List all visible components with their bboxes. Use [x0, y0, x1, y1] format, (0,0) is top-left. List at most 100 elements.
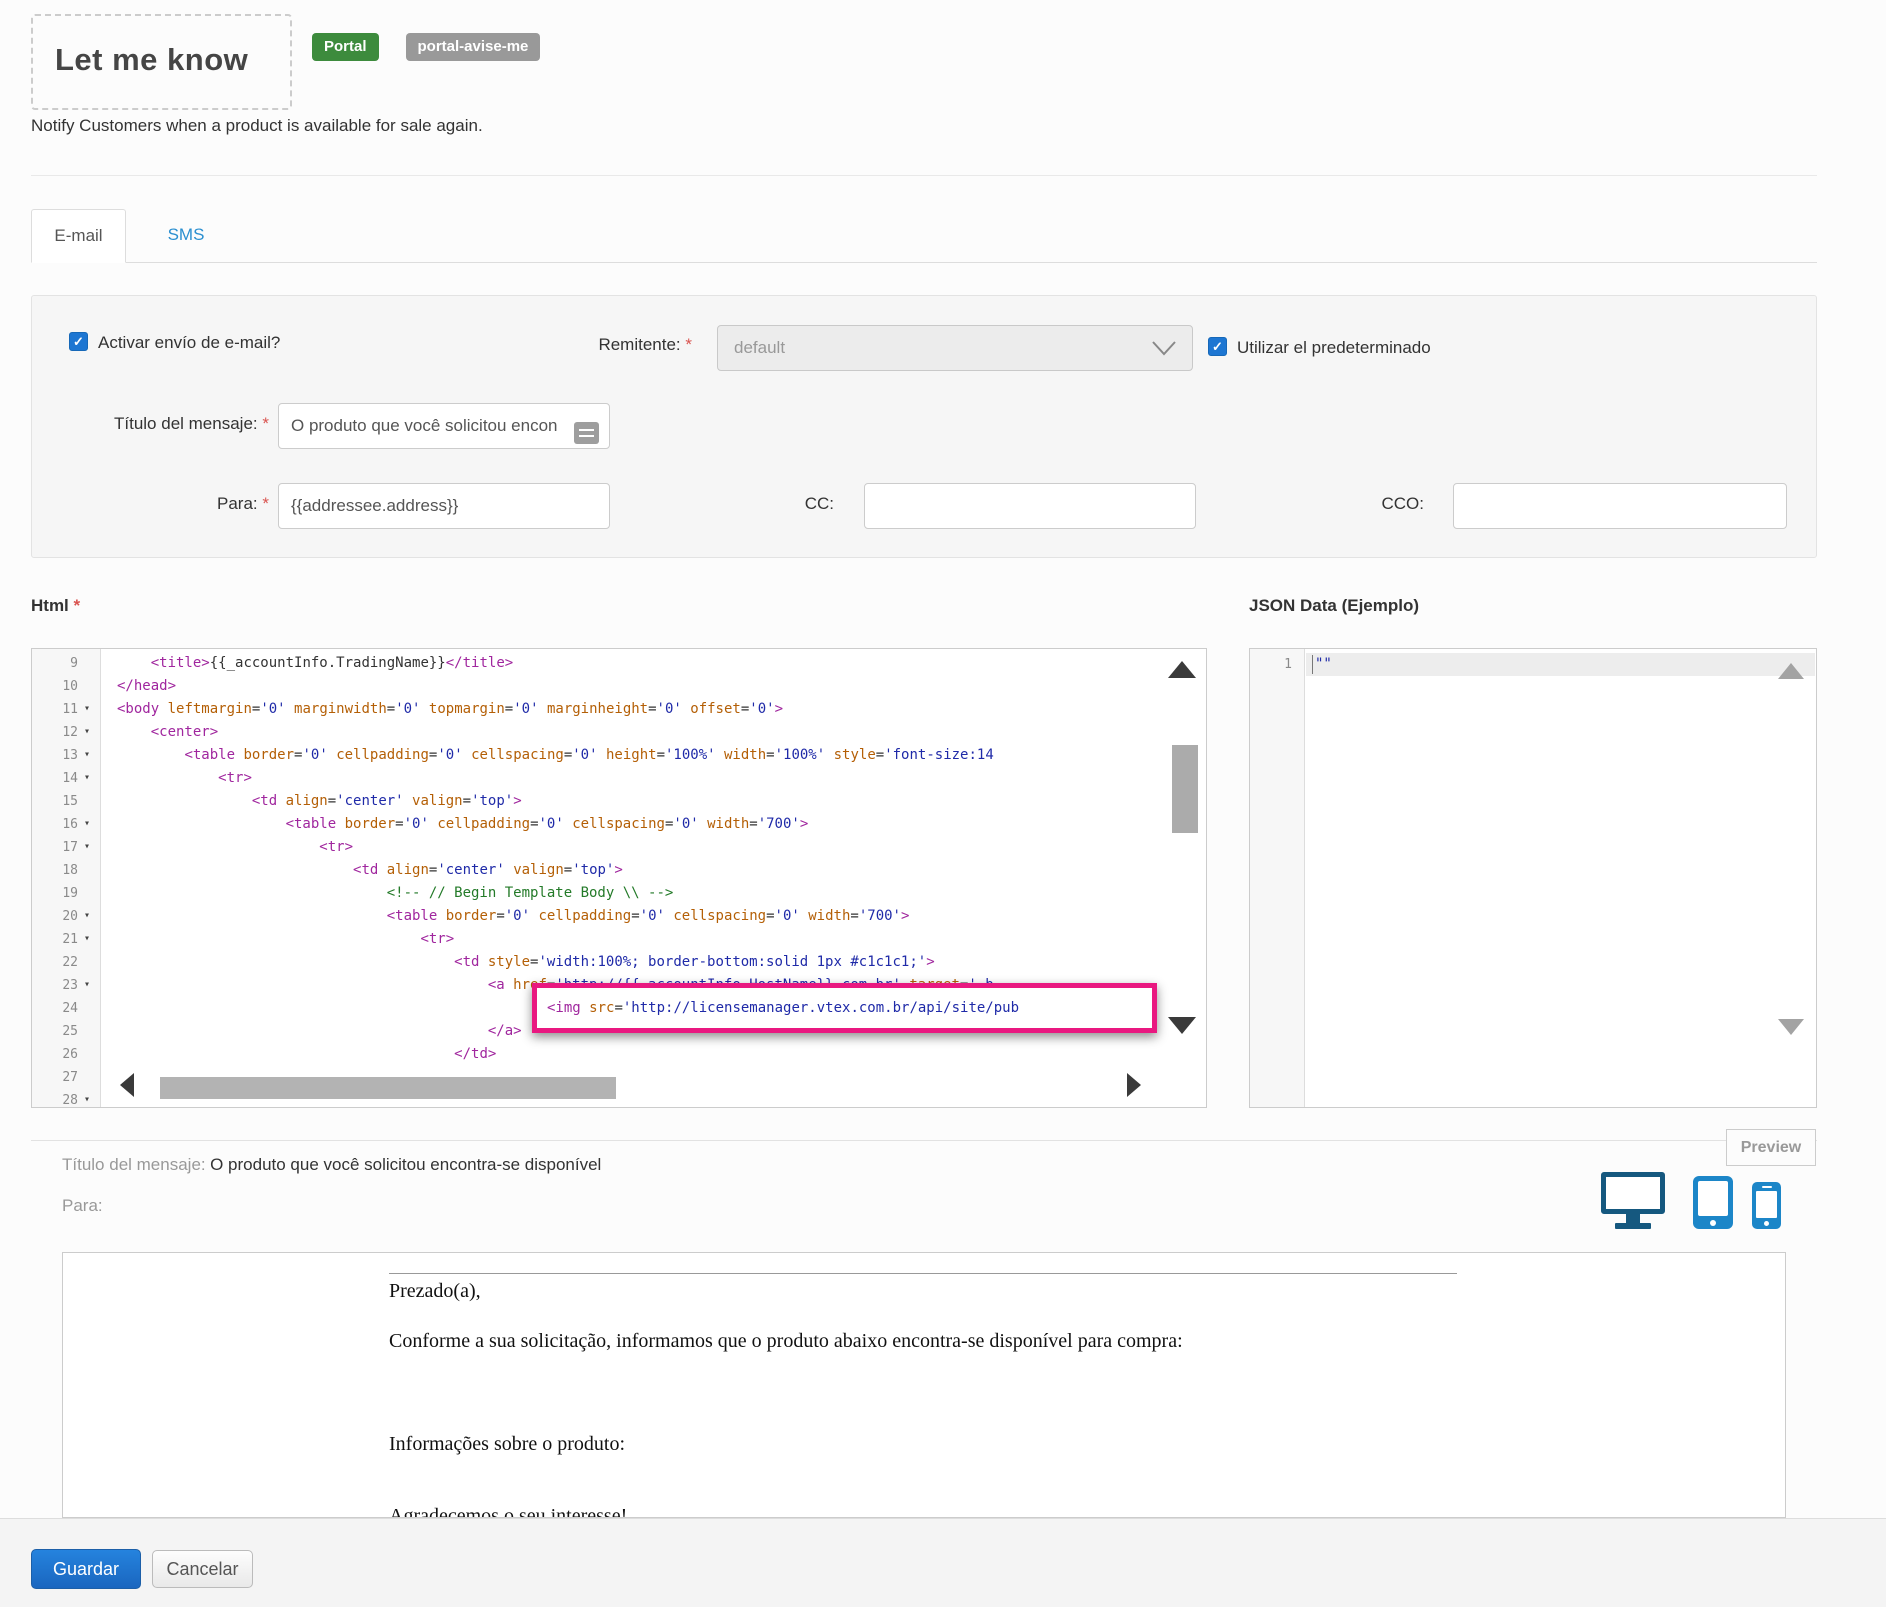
- cancel-button[interactable]: Cancelar: [152, 1550, 253, 1588]
- scroll-left-icon[interactable]: [120, 1073, 134, 1097]
- footer-bar: Guardar Cancelar: [0, 1518, 1886, 1607]
- activate-email-checkbox[interactable]: ✓: [69, 332, 88, 351]
- fold-arrow-icon[interactable]: ▾: [84, 979, 90, 990]
- highlight-line-text: <img src='http://licensemanager.vtex.com…: [547, 1000, 1019, 1016]
- check-icon: ✓: [1212, 339, 1223, 354]
- fold-arrow-icon[interactable]: ▾: [84, 933, 90, 944]
- code-line[interactable]: 18 <td align='center' valign='top'>: [32, 860, 1206, 883]
- code-line[interactable]: 20▾ <table border='0' cellpadding='0' ce…: [32, 906, 1206, 929]
- fold-arrow-icon[interactable]: ▾: [84, 726, 90, 737]
- cco-label: CCO:: [1322, 494, 1424, 514]
- scroll-down-icon[interactable]: [1168, 1017, 1196, 1034]
- email-settings-panel: ✓ Activar envío de e-mail? Remitente: * …: [31, 295, 1817, 558]
- line-number: 10: [32, 679, 78, 694]
- line-number: 28: [32, 1093, 78, 1108]
- code-line[interactable]: 19 <!-- // Begin Template Body \\ -->: [32, 883, 1206, 906]
- line-number: 11: [32, 702, 78, 717]
- required-marker: *: [685, 335, 692, 354]
- code-line[interactable]: 9 <title>{{_accountInfo.TradingName}}</t…: [32, 653, 1206, 676]
- phone-icon[interactable]: [1752, 1182, 1781, 1229]
- template-title-box[interactable]: Let me know: [31, 14, 292, 110]
- activate-email-label: Activar envío de e-mail?: [98, 333, 280, 353]
- json-editor-gutter: [1250, 649, 1305, 1107]
- para-label: Para: *: [32, 494, 269, 514]
- code-line[interactable]: 17▾ <tr>: [32, 837, 1206, 860]
- status-badge-portal: Portal: [312, 33, 379, 61]
- code-line[interactable]: 26 </td>: [32, 1044, 1206, 1067]
- code-line[interactable]: 21▾ <tr>: [32, 929, 1206, 952]
- code-line[interactable]: 11▾<body leftmargin='0' marginwidth='0' …: [32, 699, 1206, 722]
- tab-email[interactable]: E-mail: [31, 209, 126, 263]
- cc-input[interactable]: [864, 483, 1196, 529]
- line-number: 15: [32, 794, 78, 809]
- horizontal-scrollbar-thumb[interactable]: [160, 1077, 616, 1099]
- line-number: 9: [32, 656, 78, 671]
- save-button[interactable]: Guardar: [31, 1549, 141, 1589]
- preview-body-line: Informações sobre o produto:: [389, 1433, 625, 1456]
- desktop-icon[interactable]: [1601, 1172, 1665, 1229]
- fold-arrow-icon[interactable]: ▾: [84, 703, 90, 714]
- json-data-editor[interactable]: 1 "": [1249, 648, 1817, 1108]
- scroll-up-icon[interactable]: [1778, 663, 1804, 679]
- code-line[interactable]: 13▾ <table border='0' cellpadding='0' ce…: [32, 745, 1206, 768]
- fold-arrow-icon[interactable]: ▾: [84, 818, 90, 829]
- code-line[interactable]: 10</head>: [32, 676, 1206, 699]
- code-line[interactable]: 16▾ <table border='0' cellpadding='0' ce…: [32, 814, 1206, 837]
- cco-input[interactable]: [1453, 483, 1787, 529]
- line-number: 26: [32, 1047, 78, 1062]
- titulo-input[interactable]: [278, 403, 610, 449]
- json-line-number: 1: [1250, 657, 1292, 672]
- line-number: 18: [32, 863, 78, 878]
- line-number: 13: [32, 748, 78, 763]
- fold-arrow-icon[interactable]: ▾: [84, 1094, 90, 1105]
- tab-sms[interactable]: SMS: [150, 209, 222, 262]
- line-number: 20: [32, 909, 78, 924]
- check-icon: ✓: [73, 334, 84, 349]
- page-subtitle: Notify Customers when a product is avail…: [31, 116, 483, 136]
- remitente-selected-value: default: [734, 338, 785, 357]
- input-grip-icon[interactable]: [574, 422, 599, 444]
- use-default-checkbox[interactable]: ✓: [1208, 337, 1227, 356]
- code-line[interactable]: 15 <td align='center' valign='top'>: [32, 791, 1206, 814]
- line-number: 27: [32, 1070, 78, 1085]
- required-marker: *: [262, 414, 269, 433]
- json-active-line: [1306, 653, 1815, 676]
- email-preview-frame: Prezado(a), Conforme a sua solicitação, …: [62, 1252, 1786, 1518]
- preview-titulo-value: O produto que você solicitou encontra-se…: [210, 1155, 601, 1174]
- line-number: 25: [32, 1024, 78, 1039]
- line-number: 21: [32, 932, 78, 947]
- preview-button[interactable]: Preview: [1726, 1129, 1816, 1166]
- scroll-down-icon[interactable]: [1778, 1019, 1804, 1035]
- html-code-editor[interactable]: 9 <title>{{_accountInfo.TradingName}}</t…: [31, 648, 1207, 1108]
- fold-arrow-icon[interactable]: ▾: [84, 749, 90, 760]
- code-line[interactable]: 22 <td style='width:100%; border-bottom:…: [32, 952, 1206, 975]
- line-number: 17: [32, 840, 78, 855]
- titulo-label: Título del mensaje: *: [32, 414, 269, 434]
- preview-titulo-label: Título del mensaje:: [62, 1155, 206, 1174]
- fold-arrow-icon[interactable]: ▾: [84, 910, 90, 921]
- tablet-icon[interactable]: [1693, 1176, 1733, 1229]
- json-line-text: "": [1315, 656, 1332, 672]
- status-badge-template-id: portal-avise-me: [406, 33, 541, 61]
- preview-body-line: Agradecemos o seu interesse!: [389, 1505, 627, 1518]
- fold-arrow-icon[interactable]: ▾: [84, 841, 90, 852]
- vertical-scrollbar-thumb[interactable]: [1172, 745, 1198, 833]
- page: Let me know Portal portal-avise-me Notif…: [0, 0, 1886, 1607]
- html-editor-label: Html *: [31, 596, 80, 616]
- cc-label: CC:: [732, 494, 834, 514]
- highlight-annotation-box: <img src='http://licensemanager.vtex.com…: [532, 983, 1157, 1033]
- scroll-up-icon[interactable]: [1168, 661, 1196, 678]
- para-input[interactable]: [278, 483, 610, 529]
- tabbar-line: [31, 262, 1817, 263]
- text-cursor: [1312, 655, 1313, 674]
- remitente-select[interactable]: default: [717, 325, 1193, 371]
- line-number: 23: [32, 978, 78, 993]
- code-line[interactable]: 12▾ <center>: [32, 722, 1206, 745]
- preview-body-line: Conforme a sua solicitação, informamos q…: [389, 1330, 1183, 1353]
- required-marker: *: [262, 494, 269, 513]
- line-number: 16: [32, 817, 78, 832]
- scroll-right-icon[interactable]: [1127, 1073, 1141, 1097]
- fold-arrow-icon[interactable]: ▾: [84, 772, 90, 783]
- html-code-lines: 9 <title>{{_accountInfo.TradingName}}</t…: [32, 653, 1206, 1108]
- code-line[interactable]: 14▾ <tr>: [32, 768, 1206, 791]
